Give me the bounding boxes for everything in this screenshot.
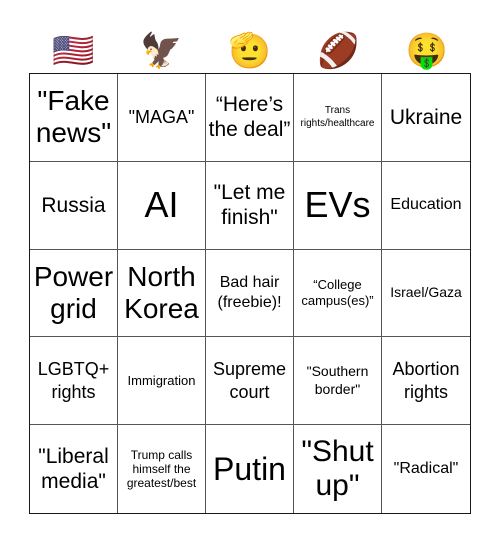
saluting-face-icon: 🫡 bbox=[228, 31, 272, 70]
bingo-cell-liberal-media[interactable]: "Liberal media" bbox=[30, 425, 118, 513]
bingo-cell-trans-rights[interactable]: Trans rights/healthcare bbox=[294, 74, 382, 162]
bingo-cell-supreme-court[interactable]: Supreme court bbox=[206, 337, 294, 426]
bingo-cell-college-campuses[interactable]: “College campus(es)” bbox=[294, 249, 382, 338]
american-football-icon: 🏈 bbox=[317, 31, 360, 70]
bingo-cell-let-me-finish[interactable]: "Let me finish" bbox=[206, 161, 294, 250]
money-mouth-face-icon: 🤑 bbox=[405, 31, 448, 70]
bingo-cell-shut-up[interactable]: "Shut up" bbox=[294, 425, 382, 513]
bingo-header: 🇺🇸 🦅 🫡 🏈 🤑 bbox=[29, 28, 471, 73]
bingo-cell-evs[interactable]: EVs bbox=[294, 161, 382, 250]
bingo-cell-ai[interactable]: AI bbox=[118, 161, 206, 250]
bingo-cell-russia[interactable]: Russia bbox=[30, 161, 118, 250]
bingo-cell-abortion-rights[interactable]: Abortion rights bbox=[382, 337, 470, 426]
bingo-board: "Fake news" "MAGA" “Here’s the deal” Tra… bbox=[29, 73, 471, 514]
bingo-cell-israel-gaza[interactable]: Israel/Gaza bbox=[382, 250, 470, 338]
bingo-cell-southern-border[interactable]: "Southern border" bbox=[294, 337, 382, 426]
bingo-cell-ukraine[interactable]: Ukraine bbox=[382, 74, 470, 162]
bingo-cell-immigration[interactable]: Immigration bbox=[118, 337, 206, 426]
bingo-cell-fake-news[interactable]: "Fake news" bbox=[30, 74, 118, 162]
bingo-cell-radical[interactable]: "Radical" bbox=[382, 425, 470, 513]
bingo-cell-maga[interactable]: "MAGA" bbox=[118, 74, 206, 162]
bingo-cell-north-korea[interactable]: North Korea bbox=[118, 249, 206, 338]
bingo-cell-education[interactable]: Education bbox=[382, 162, 470, 250]
bingo-cell-heres-the-deal[interactable]: “Here’s the deal” bbox=[206, 74, 294, 162]
bingo-cell-putin[interactable]: Putin bbox=[206, 425, 294, 513]
bingo-cell-lgbtq-rights[interactable]: LGBTQ+ rights bbox=[30, 337, 118, 426]
bingo-cell-bad-hair-freebie[interactable]: Bad hair (freebie)! bbox=[206, 249, 294, 338]
bingo-cell-power-grid[interactable]: Power grid bbox=[30, 249, 118, 338]
eagle-icon: 🦅 bbox=[140, 31, 183, 70]
bingo-cell-trump-greatest[interactable]: Trump calls himself the greatest/best bbox=[118, 425, 206, 513]
us-flag-icon: 🇺🇸 bbox=[52, 31, 95, 70]
